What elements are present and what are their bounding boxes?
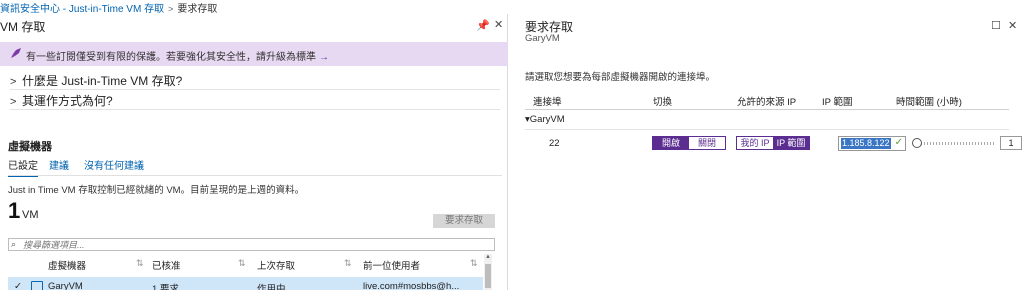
close-icon[interactable]: ✕ (494, 18, 503, 31)
close-icon[interactable]: ✕ (1008, 19, 1017, 32)
faq-what-is-jit[interactable]: > 什麼是 Just-in-Time VM 存取? (10, 72, 182, 89)
col-ip-range: IP 範圍 (822, 97, 853, 108)
divider (10, 89, 500, 90)
sort-icon[interactable]: ⇅ (470, 258, 478, 269)
toggle-off[interactable]: 關閉 (689, 137, 725, 149)
cell-last-access: 作用中 (257, 284, 286, 290)
divider (525, 129, 1009, 130)
vm-count-unit: VM (22, 209, 39, 221)
col-last-access[interactable]: 上次存取 (257, 258, 295, 272)
faq-how-it-works[interactable]: > 其運作方式為何? (10, 92, 113, 109)
check-icon: ✓ (894, 137, 903, 148)
vm-access-blade: VM 存取 📌 ✕ 有一些訂閱僅受到有限的保護。若要強化其安全性，請升級為標準 →… (0, 14, 508, 290)
hours-field[interactable]: 1 (1000, 136, 1022, 150)
col-time-range: 時間範圍 (小時) (896, 97, 962, 108)
cell-approved: 1 要求 (152, 284, 179, 290)
toggle-on[interactable]: 開啟 (653, 137, 689, 149)
search-input[interactable] (23, 239, 483, 250)
sort-icon[interactable]: ⇅ (238, 258, 246, 269)
divider (10, 109, 500, 110)
banner-text: 有一些訂閱僅受到有限的保護。若要強化其安全性，請升級為標準 → (26, 48, 329, 63)
request-access-button[interactable]: 要求存取 (433, 214, 495, 228)
breadcrumb: 資訊安全中心 - Just-in-Time VM 存取 > 要求存取 (0, 0, 1024, 15)
blade-title: VM 存取 (0, 20, 46, 34)
table-scrollbar[interactable]: ▲ (484, 254, 492, 290)
table-header: 虛擬機器 ⇅ 已核准 ⇅ 上次存取 ⇅ 前一位使用者 ⇅ (8, 254, 483, 274)
tab-recommended[interactable]: 建議 (49, 157, 69, 172)
table-row[interactable]: ✓ GaryVM 1 要求 作用中 live.com#mosbbs@h... (8, 277, 483, 290)
group-label: GaryVM (529, 114, 565, 125)
ip-range-value: 1.185.8.122 (841, 138, 891, 149)
banner-message: 有一些訂閱僅受到有限的保護。若要強化其安全性，請升級為標準 (26, 52, 316, 63)
cell-vm: GaryVM (48, 281, 83, 290)
upgrade-banner[interactable]: 有一些訂閱僅受到有限的保護。若要強化其安全性，請升級為標準 → (0, 42, 508, 66)
vm-count: 1 (8, 198, 21, 223)
request-access-blade: 要求存取 GaryVM ☐ ✕ 請選取您想要為每部虛擬機器開啟的連接埠。 連接埠… (509, 14, 1024, 290)
search-icon: ⌕ (11, 239, 17, 249)
time-range-slider[interactable] (912, 138, 995, 148)
virtual-machine-icon (31, 281, 43, 290)
faq-label: 其運作方式為何? (22, 94, 113, 108)
scroll-up-icon[interactable]: ▲ (485, 254, 491, 260)
blade-subtitle: GaryVM (525, 33, 560, 44)
arrow-right-icon: → (319, 52, 329, 63)
chevron-right-icon: > (10, 76, 17, 88)
maximize-icon[interactable]: ☐ (991, 19, 1001, 32)
ip-range-field[interactable]: 1.185.8.122 ✓ (838, 136, 906, 151)
port-row: 22 開啟 關閉 我的 IP IP 範圍 1.185.8.122 ✓ 1 (525, 134, 1022, 154)
breadcrumb-separator: > (168, 4, 174, 14)
rocket-icon (11, 48, 21, 58)
faq-label: 什麼是 Just-in-Time VM 存取? (22, 74, 183, 88)
chevron-right-icon: > (10, 96, 17, 108)
section-title: 虛擬機器 (8, 141, 52, 153)
col-last-user[interactable]: 前一位使用者 (363, 258, 420, 272)
tab-configured[interactable]: 已設定 (8, 157, 38, 177)
pin-icon[interactable]: 📌 (476, 19, 490, 32)
check-icon[interactable]: ✓ (14, 281, 22, 290)
ports-table-header: 連接埠 切換 允許的來源 IP IP 範圍 時間範圍 (小時) (525, 90, 1009, 110)
col-toggle: 切換 (653, 97, 673, 108)
tab-divider (8, 175, 502, 176)
col-source-ip: 允許的來源 IP (737, 97, 797, 108)
port-toggle[interactable]: 開啟 關閉 (652, 136, 726, 150)
scroll-thumb[interactable] (485, 264, 491, 288)
vm-description: Just in Time VM 存取控制已經就緒的 VM。目前呈現的是上週的資料… (8, 185, 305, 196)
search-box[interactable]: ⌕ (8, 238, 495, 251)
cell-port: 22 (549, 138, 560, 149)
vm-group-header[interactable]: ▾GaryVM (525, 114, 565, 125)
source-ip-range[interactable]: IP 範圍 (773, 137, 809, 149)
col-approved[interactable]: 已核准 (152, 258, 181, 272)
sort-icon[interactable]: ⇅ (136, 258, 144, 269)
request-description: 請選取您想要為每部虛擬機器開啟的連接埠。 (525, 72, 716, 83)
tab-no-recommendation[interactable]: 沒有任何建議 (84, 157, 144, 172)
source-my-ip[interactable]: 我的 IP (737, 137, 773, 149)
col-vm[interactable]: 虛擬機器 (48, 258, 86, 272)
sort-icon[interactable]: ⇅ (344, 258, 352, 269)
source-ip-toggle[interactable]: 我的 IP IP 範圍 (736, 136, 810, 150)
col-port: 連接埠 (533, 97, 562, 108)
cell-last-user: live.com#mosbbs@h... (363, 281, 460, 290)
slider-handle[interactable] (912, 138, 922, 148)
